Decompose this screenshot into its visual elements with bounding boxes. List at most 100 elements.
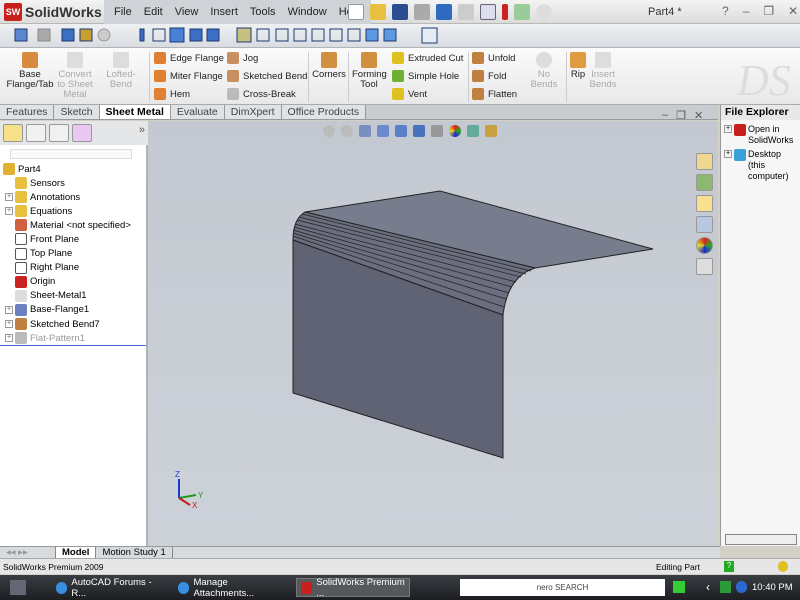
design-library-icon[interactable] (696, 174, 713, 191)
tree-item[interactable]: Front Plane (5, 232, 79, 246)
menu-tools[interactable]: Tools (244, 6, 282, 18)
menu-file[interactable]: File (108, 6, 138, 18)
redo-icon[interactable] (458, 4, 474, 20)
expand-toggle[interactable]: + (5, 207, 13, 216)
vent-button[interactable]: Vent (392, 86, 427, 102)
go-arrow-icon[interactable] (673, 581, 685, 593)
home-icon[interactable] (696, 153, 713, 170)
no-bends-button[interactable]: No Bends (524, 52, 564, 90)
hem-button[interactable]: Hem (154, 86, 190, 102)
expand-toggle[interactable]: + (5, 334, 13, 343)
horizontal-scrollbar[interactable] (725, 534, 797, 545)
tree-item[interactable]: + Equations (5, 204, 72, 218)
jog-button[interactable]: Jog (227, 50, 258, 66)
tree-item[interactable]: Material <not specified> (5, 218, 131, 232)
expand-chevron-icon[interactable]: » (139, 124, 145, 142)
tab-model[interactable]: Model (56, 547, 97, 558)
start-button[interactable] (10, 580, 26, 595)
print-icon[interactable] (414, 4, 430, 20)
tab-features[interactable]: Features (0, 105, 55, 119)
menu-edit[interactable]: Edit (138, 6, 169, 18)
expand-toggle[interactable]: + (5, 305, 13, 314)
fold-button[interactable]: Fold (472, 68, 506, 84)
app-logo[interactable]: SW SolidWorks (4, 3, 102, 21)
dimxpert-manager-tab-icon[interactable] (72, 124, 92, 142)
tree-root-part[interactable]: Part4 (3, 162, 41, 176)
taskbar-item-active[interactable]: SolidWorks Premium ... (296, 577, 410, 599)
tree-item[interactable]: + Sketched Bend7 (5, 317, 100, 331)
tab-office-products[interactable]: Office Products (281, 105, 367, 119)
sheet-metal-model[interactable]: Z Y X (148, 121, 718, 546)
tray-app-icon[interactable] (720, 581, 731, 593)
search-icon[interactable] (536, 4, 552, 20)
help-icon[interactable]: ? (722, 4, 729, 18)
insert-bends-button[interactable]: Insert Bends (588, 52, 618, 90)
file-explorer-folder-icon[interactable] (696, 195, 713, 212)
edge-flange-button[interactable]: Edge Flange (154, 50, 224, 66)
restore-button[interactable]: ❐ (763, 4, 774, 18)
nero-search-box[interactable]: nero SEARCH (460, 579, 665, 596)
options-icon[interactable] (514, 4, 530, 20)
cross-break-button[interactable]: Cross-Break (227, 86, 296, 102)
property-manager-tab-icon[interactable] (26, 124, 46, 142)
unfold-button[interactable]: Unfold (472, 50, 515, 66)
save-icon[interactable] (392, 4, 408, 20)
expand-toggle[interactable]: + (724, 150, 732, 158)
view-toolbar-icons[interactable] (0, 24, 440, 48)
appearances-icon[interactable] (696, 237, 713, 254)
open-icon[interactable] (370, 4, 386, 20)
tab-sheet-metal[interactable]: Sheet Metal (99, 105, 171, 119)
label: Desktop (this computer) (748, 149, 789, 181)
tree-item[interactable]: Right Plane (5, 261, 79, 275)
tab-motion-study[interactable]: Motion Study 1 (96, 547, 173, 558)
help-icon[interactable]: ? (724, 561, 734, 572)
taskbar-item[interactable]: AutoCAD Forums - R... (52, 577, 164, 599)
base-flange-button[interactable]: Base Flange/Tab (6, 52, 54, 90)
file-explorer-item[interactable]: + Open in SolidWorks (724, 124, 798, 146)
corners-button[interactable]: Corners (312, 52, 346, 80)
forming-tool-button[interactable]: Forming Tool (352, 52, 387, 90)
tab-evaluate[interactable]: Evaluate (170, 105, 225, 119)
configuration-manager-tab-icon[interactable] (49, 124, 69, 142)
minimize-button[interactable]: – (743, 4, 750, 18)
tree-item[interactable]: Origin (5, 275, 55, 289)
tree-item[interactable]: + Base-Flange1 (5, 303, 89, 317)
expand-toggle[interactable]: + (5, 193, 13, 202)
tree-item[interactable]: + Annotations (5, 190, 80, 204)
menu-window[interactable]: Window (282, 6, 333, 18)
tray-expand-icon[interactable]: ‹ (706, 580, 710, 594)
simple-hole-button[interactable]: Simple Hole (392, 68, 459, 84)
tag-icon[interactable] (778, 561, 788, 572)
tree-filter-input[interactable] (10, 149, 132, 159)
taskbar-item[interactable]: Manage Attachments... (174, 577, 286, 599)
tree-item[interactable]: Sensors (5, 176, 65, 190)
extruded-cut-button[interactable]: Extruded Cut (392, 50, 463, 66)
rip-button[interactable]: Rip (568, 52, 588, 80)
rebuild-icon[interactable] (502, 4, 508, 20)
tab-dimxpert[interactable]: DimXpert (224, 105, 282, 119)
custom-properties-icon[interactable] (696, 258, 713, 275)
menu-view[interactable]: View (169, 6, 205, 18)
tree-item[interactable]: + Flat-Pattern1 (5, 331, 85, 345)
tray-network-icon[interactable] (736, 581, 747, 593)
miter-flange-button[interactable]: Miter Flange (154, 68, 223, 84)
view-palette-icon[interactable] (696, 216, 713, 233)
tree-item[interactable]: Top Plane (5, 247, 72, 261)
menu-insert[interactable]: Insert (204, 6, 244, 18)
undo-icon[interactable] (436, 4, 452, 20)
tree-item[interactable]: Sheet-Metal1 (5, 289, 87, 303)
file-explorer-item[interactable]: + Desktop (this computer) (724, 149, 798, 182)
expand-toggle[interactable]: + (724, 125, 732, 133)
feature-tree-tab-icon[interactable] (3, 124, 23, 142)
graphics-viewport[interactable]: Z Y X (148, 121, 718, 546)
select-icon[interactable] (480, 4, 496, 20)
expand-toggle[interactable]: + (5, 320, 13, 328)
flatten-button[interactable]: Flatten (472, 86, 517, 102)
tab-sketch[interactable]: Sketch (54, 105, 100, 119)
tab-scroll-arrows[interactable]: ◂◂ ▸▸ (0, 547, 56, 558)
close-button[interactable]: ✕ (788, 4, 798, 18)
convert-to-sheet-metal-button[interactable]: Convert to Sheet Metal (56, 52, 94, 100)
sketched-bend-button[interactable]: Sketched Bend (227, 68, 307, 84)
new-icon[interactable] (348, 4, 364, 20)
lofted-bend-button[interactable]: Lofted-Bend (96, 52, 146, 90)
